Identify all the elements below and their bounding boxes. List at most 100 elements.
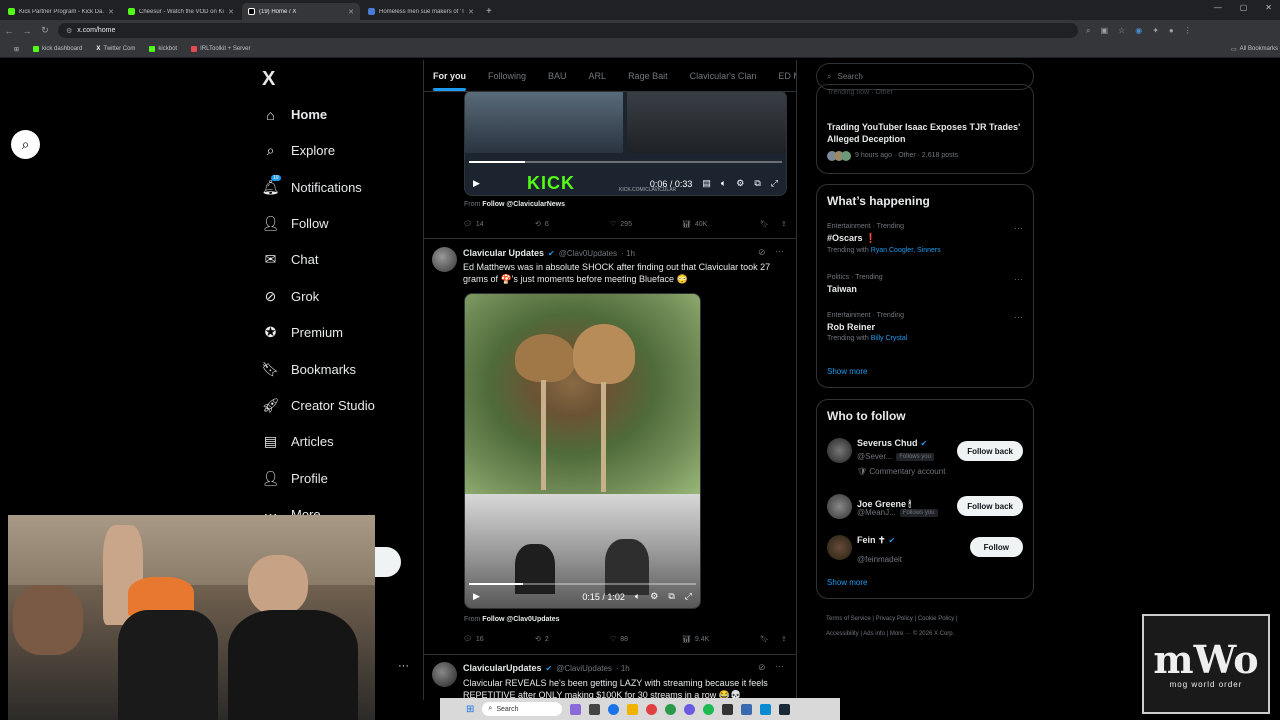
- nav-creator-studio[interactable]: 🚀︎ Creator Studio: [262, 397, 375, 414]
- reply-button[interactable]: 💬︎ 14: [463, 220, 535, 229]
- follow-name[interactable]: Severus Chud: [857, 438, 918, 448]
- post-more-icon[interactable]: ···: [775, 661, 784, 671]
- maximize-icon[interactable]: ▢: [1240, 3, 1248, 12]
- tab-rage-bait[interactable]: Rage Bait: [628, 71, 668, 81]
- post-age[interactable]: · 1h: [616, 664, 630, 673]
- app-icon[interactable]: [589, 703, 601, 715]
- post1-video[interactable]: ▶ 0:15 / 1:02 🔈︎ ⚙ ⧉ ⤢: [464, 293, 701, 609]
- fullscreen-icon[interactable]: ⤢: [685, 591, 692, 602]
- window-close-icon[interactable]: ✕: [1265, 3, 1272, 12]
- show-more-link[interactable]: Show more: [827, 578, 867, 587]
- post-author-handle[interactable]: @ClaviUpdates: [556, 664, 612, 673]
- play-icon[interactable]: ▶: [473, 591, 480, 602]
- like-button[interactable]: ♡ 88: [610, 635, 682, 644]
- trend-item[interactable]: Entertainment · Trending Rob Reiner Tren…: [827, 312, 1027, 342]
- taskbar-search-input[interactable]: ⌕ Search: [482, 702, 563, 716]
- tab-ed-m[interactable]: ED M: [778, 71, 796, 81]
- post-author-handle[interactable]: @Clav0Updates: [559, 249, 617, 258]
- avatar[interactable]: [432, 662, 457, 687]
- grok-icon[interactable]: ⊘: [758, 662, 766, 673]
- post-button[interactable]: [374, 547, 401, 577]
- spotify-icon[interactable]: [703, 703, 715, 715]
- post-author-name[interactable]: ClavicularUpdates: [463, 663, 542, 673]
- trend-title[interactable]: Trading YouTuber Isaac Exposes TJR Trade…: [827, 121, 1027, 145]
- nav-profile[interactable]: 👤︎ Profile: [262, 470, 328, 487]
- trend-with[interactable]: Ryan Coogler, Sinners: [871, 247, 941, 254]
- repost-button[interactable]: ⟲ 2: [535, 635, 610, 644]
- chrome-icon[interactable]: [608, 703, 620, 715]
- follow-name[interactable]: Fein ✝: [857, 535, 886, 546]
- footer-link[interactable]: More ···: [890, 631, 911, 637]
- account-more-icon[interactable]: ···: [398, 660, 409, 672]
- nav-explore[interactable]: ⌕ Explore: [262, 142, 336, 159]
- show-more-link[interactable]: Show more: [827, 367, 867, 376]
- tab-bau[interactable]: BAU: [548, 71, 567, 81]
- tab-arl[interactable]: ARL: [589, 71, 607, 81]
- menu-icon[interactable]: ⋮: [1184, 26, 1192, 36]
- app-icon[interactable]: [570, 703, 582, 715]
- nav-notifications[interactable]: 🔔︎ 19 Notifications: [262, 175, 362, 196]
- terminal-icon[interactable]: [722, 703, 734, 715]
- extension-icon[interactable]: ◉: [1135, 26, 1142, 36]
- new-tab-icon[interactable]: +: [486, 6, 492, 17]
- bookmark-item[interactable]: X Twitter Com: [96, 46, 135, 52]
- bookmark-item[interactable]: IRLToolkit + Server: [191, 46, 251, 52]
- footer-link[interactable]: Cookie Policy: [918, 616, 954, 622]
- avatar[interactable]: [827, 535, 852, 560]
- tab-claviculars-clan[interactable]: Clavicular's Clan: [690, 71, 757, 81]
- play-icon[interactable]: ▶: [473, 178, 480, 189]
- follow-handle[interactable]: @feinmadeit: [857, 555, 902, 564]
- app-icon[interactable]: [646, 703, 658, 715]
- follow-button[interactable]: Follow: [969, 537, 1023, 557]
- trend-more-icon[interactable]: ···: [1014, 223, 1023, 233]
- views-button[interactable]: 📊︎ 40K: [682, 220, 760, 229]
- app-icon[interactable]: [760, 703, 772, 715]
- footer-link[interactable]: Ads info: [863, 631, 885, 637]
- settings-icon[interactable]: ⚙: [650, 591, 658, 602]
- url-input[interactable]: ⚙ x.com/home: [58, 23, 1078, 38]
- nav-grok[interactable]: ⊘ Grok: [262, 288, 320, 305]
- share-button[interactable]: ⇪: [781, 220, 787, 228]
- forward-icon[interactable]: →: [18, 26, 36, 36]
- browser-tab[interactable]: Cheesur - Watch the VOD on Ki... ✕: [122, 3, 240, 20]
- follow-handle[interactable]: @MeanJ...: [857, 508, 896, 517]
- views-button[interactable]: 📊︎ 9.4K: [682, 635, 760, 644]
- lens-search-icon[interactable]: ⌕: [11, 130, 40, 159]
- folder-icon[interactable]: [627, 703, 639, 715]
- reload-icon[interactable]: ↻: [36, 25, 54, 36]
- trend-more-icon[interactable]: ···: [1014, 312, 1023, 322]
- avatar[interactable]: [827, 494, 852, 519]
- nav-articles[interactable]: ▤ Articles: [262, 433, 334, 450]
- close-icon[interactable]: ✕: [108, 8, 114, 16]
- steam-icon[interactable]: [779, 703, 791, 715]
- close-icon[interactable]: ✕: [468, 8, 474, 16]
- trend-item[interactable]: Entertainment · Trending #Oscars ❗ Trend…: [827, 223, 1027, 254]
- post0-video[interactable]: KICK KICK.COM/CLAVICULAR ▶ 0:06 / 0:33 ▤…: [464, 90, 787, 196]
- all-bookmarks-button[interactable]: ▭ All Bookmarks: [1231, 46, 1278, 53]
- video-progress-bar[interactable]: [469, 161, 782, 163]
- browser-tab[interactable]: Kick Partner Program - Kick Da... ✕: [2, 3, 120, 20]
- nav-bookmarks[interactable]: 🔖︎ Bookmarks: [262, 361, 356, 378]
- app-icon[interactable]: [665, 703, 677, 715]
- footer-link[interactable]: Terms of Service: [826, 616, 871, 622]
- volume-icon[interactable]: 🔈︎: [635, 591, 640, 602]
- close-icon[interactable]: ✕: [348, 8, 354, 16]
- pip-icon[interactable]: ⧉: [754, 178, 760, 189]
- repost-button[interactable]: ⟲ 6: [535, 220, 610, 229]
- like-button[interactable]: ♡ 295: [610, 220, 682, 229]
- browser-tab[interactable]: Homeless men sue makers of 'T... ✕: [362, 3, 480, 20]
- post0-from[interactable]: From Follow @ClavicularNews: [464, 201, 565, 208]
- trend-more-icon[interactable]: ···: [1014, 274, 1023, 284]
- x-logo[interactable]: X: [262, 68, 275, 91]
- profile-icon[interactable]: ●: [1169, 26, 1174, 36]
- nav-premium[interactable]: ✪ Premium: [262, 324, 343, 341]
- avatar[interactable]: [432, 247, 457, 272]
- post1-from[interactable]: From Follow @Clav0Updates: [464, 616, 560, 623]
- pip-icon[interactable]: ⧉: [668, 591, 674, 602]
- tab-for-you[interactable]: For you: [433, 71, 466, 91]
- captions-icon[interactable]: ▤: [702, 178, 711, 189]
- nav-follow[interactable]: 👤︎ Follow: [262, 215, 329, 232]
- install-icon[interactable]: ▣: [1100, 26, 1108, 36]
- video-progress-bar[interactable]: [469, 583, 696, 585]
- app-icon[interactable]: [684, 703, 696, 715]
